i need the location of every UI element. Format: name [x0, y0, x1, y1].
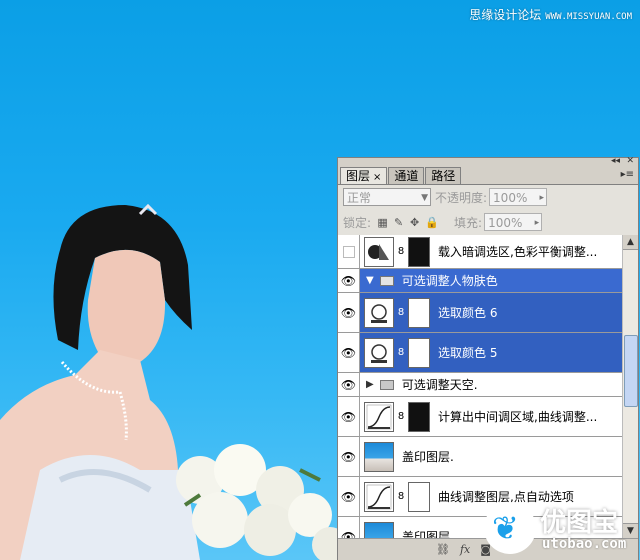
- visibility-toggle[interactable]: [338, 235, 360, 268]
- tab-layers[interactable]: 图层 ×: [340, 167, 388, 184]
- layer-name: 选取颜色 5: [438, 346, 498, 360]
- eye-icon: 👁: [340, 345, 357, 360]
- tab-channels[interactable]: 通道: [388, 167, 425, 184]
- layer-name: 载入暗调选区,色彩平衡调整...: [438, 245, 598, 259]
- visibility-toggle[interactable]: 👁: [338, 333, 360, 372]
- lock-fill-row: 锁定: ▦ ✎ ✥ 🔒 填充: 100% ▸: [338, 209, 638, 236]
- lock-all-icon[interactable]: 🔒: [425, 217, 439, 228]
- triangle-down-icon[interactable]: ▼: [366, 275, 374, 286]
- link-icon[interactable]: 8: [396, 411, 406, 422]
- utobao-logo: ❦ 优图宝 utobao.com: [484, 498, 640, 560]
- layer-mask-thumbnail[interactable]: [408, 481, 430, 512]
- folder-icon: [379, 379, 394, 390]
- logo-en-text: utobao.com: [542, 536, 627, 552]
- tab-channels-label: 通道: [394, 169, 419, 183]
- lock-position-icon[interactable]: ✥: [409, 217, 420, 228]
- scroll-thumb[interactable]: [624, 335, 638, 407]
- bird-icon: ❦: [492, 509, 519, 547]
- layer-name: 计算出中间调区域,曲线调整...: [438, 410, 598, 424]
- image-thumbnail: [364, 441, 394, 472]
- eye-icon: 👁: [340, 529, 357, 539]
- curves-thumbnail: [364, 401, 394, 432]
- watermark-site: WWW.MISSYUAN.COM: [545, 12, 632, 22]
- layer-row[interactable]: 👁 盖印图层.: [338, 437, 622, 477]
- blend-opacity-row: 正常 ▼ 不透明度: 100% ▸: [338, 185, 638, 209]
- slider-arrow-icon[interactable]: ▸: [540, 189, 545, 207]
- close-icon[interactable]: ✕: [626, 157, 634, 166]
- link-layers-icon[interactable]: ⛓: [436, 543, 450, 556]
- triangle-right-icon[interactable]: ▶: [366, 379, 374, 390]
- panel-tabs: 图层 × 通道 路径 ▸≡: [338, 166, 638, 185]
- eye-icon: 👁: [340, 449, 357, 464]
- scroll-up-icon[interactable]: ▲: [623, 235, 638, 250]
- curves-thumbnail: [364, 481, 394, 512]
- layer-name: 盖印图层.: [402, 450, 454, 464]
- eye-icon: 👁: [340, 489, 357, 504]
- folder-icon: [379, 275, 394, 286]
- layer-mask-thumbnail[interactable]: [408, 236, 430, 267]
- layer-row[interactable]: 👁 8 计算出中间调区域,曲线调整...: [338, 397, 622, 437]
- layer-name: 选取颜色 6: [438, 306, 498, 320]
- opacity-field[interactable]: 100% ▸: [489, 188, 548, 207]
- watermark-text: 思缘设计论坛: [469, 8, 542, 22]
- lock-label: 锁定:: [343, 215, 372, 230]
- layer-mask-thumbnail[interactable]: [408, 297, 430, 328]
- layer-name: 盖印图层: [402, 530, 451, 538]
- layer-mask-thumbnail[interactable]: [408, 337, 430, 368]
- layer-row[interactable]: 8 载入暗调选区,色彩平衡调整...: [338, 235, 622, 269]
- fill-field[interactable]: 100% ▸: [484, 213, 543, 232]
- lock-transparent-icon[interactable]: ▦: [377, 217, 388, 228]
- link-icon[interactable]: 8: [396, 347, 406, 358]
- blend-mode-select[interactable]: 正常 ▼: [343, 188, 431, 206]
- visibility-toggle[interactable]: 👁: [338, 517, 360, 538]
- visibility-toggle[interactable]: 👁: [338, 437, 360, 476]
- adjustment-thumbnail: [364, 337, 394, 368]
- visibility-toggle[interactable]: 👁: [338, 269, 360, 292]
- lock-pixels-icon[interactable]: ✎: [393, 217, 404, 228]
- visibility-toggle[interactable]: 👁: [338, 397, 360, 436]
- link-icon[interactable]: 8: [396, 491, 406, 502]
- opacity-label: 不透明度:: [435, 190, 488, 205]
- eye-icon: 👁: [340, 305, 357, 320]
- adjustment-thumbnail: [364, 236, 394, 267]
- layer-mask-thumbnail[interactable]: [408, 401, 430, 432]
- site-watermark: 思缘设计论坛 WWW.MISSYUAN.COM: [469, 6, 632, 23]
- eye-icon: 👁: [340, 273, 357, 288]
- opacity-value: 100%: [493, 191, 528, 205]
- collapse-icon[interactable]: ◂◂: [611, 157, 620, 166]
- lock-icons: ▦ ✎ ✥ 🔒: [377, 217, 439, 228]
- panel-titlebar[interactable]: ◂◂ ✕: [338, 157, 638, 166]
- layers-list: 8 载入暗调选区,色彩平衡调整... 👁 ▼ 可选调整人物肤色 👁 8 选取颜色…: [338, 235, 622, 538]
- visibility-toggle[interactable]: 👁: [338, 477, 360, 516]
- tab-close-icon[interactable]: ×: [373, 172, 381, 183]
- logo-cn-text: 优图宝: [540, 508, 619, 538]
- link-icon[interactable]: 8: [396, 307, 406, 318]
- tab-paths-label: 路径: [431, 169, 456, 183]
- layer-name: 可选调整人物肤色: [401, 274, 498, 288]
- eye-icon: 👁: [340, 377, 357, 392]
- chevron-down-icon: ▼: [421, 193, 428, 203]
- image-thumbnail: [364, 521, 394, 538]
- slider-arrow-icon[interactable]: ▸: [535, 214, 540, 232]
- visibility-toggle[interactable]: 👁: [338, 293, 360, 332]
- tab-layers-label: 图层: [346, 169, 371, 183]
- tab-paths[interactable]: 路径: [425, 167, 462, 184]
- adjustment-thumbnail: [364, 297, 394, 328]
- link-icon[interactable]: 8: [396, 246, 406, 257]
- blend-mode-value: 正常: [347, 191, 372, 205]
- panel-menu-icon[interactable]: ▸≡: [621, 169, 634, 180]
- layer-group-row[interactable]: 👁 ▶ 可选调整天空.: [338, 373, 622, 397]
- fill-value: 100%: [488, 216, 523, 230]
- visibility-toggle[interactable]: 👁: [338, 373, 360, 396]
- layer-name: 可选调整天空.: [401, 378, 478, 392]
- layers-scrollbar[interactable]: ▲ ▼: [622, 235, 638, 538]
- fill-label: 填充:: [454, 215, 483, 230]
- layer-row[interactable]: 👁 8 选取颜色 6: [338, 293, 622, 333]
- eye-icon: 👁: [340, 409, 357, 424]
- fx-icon[interactable]: fx: [460, 543, 470, 556]
- layer-group-row[interactable]: 👁 ▼ 可选调整人物肤色: [338, 269, 622, 293]
- layer-row[interactable]: 👁 8 选取颜色 5: [338, 333, 622, 373]
